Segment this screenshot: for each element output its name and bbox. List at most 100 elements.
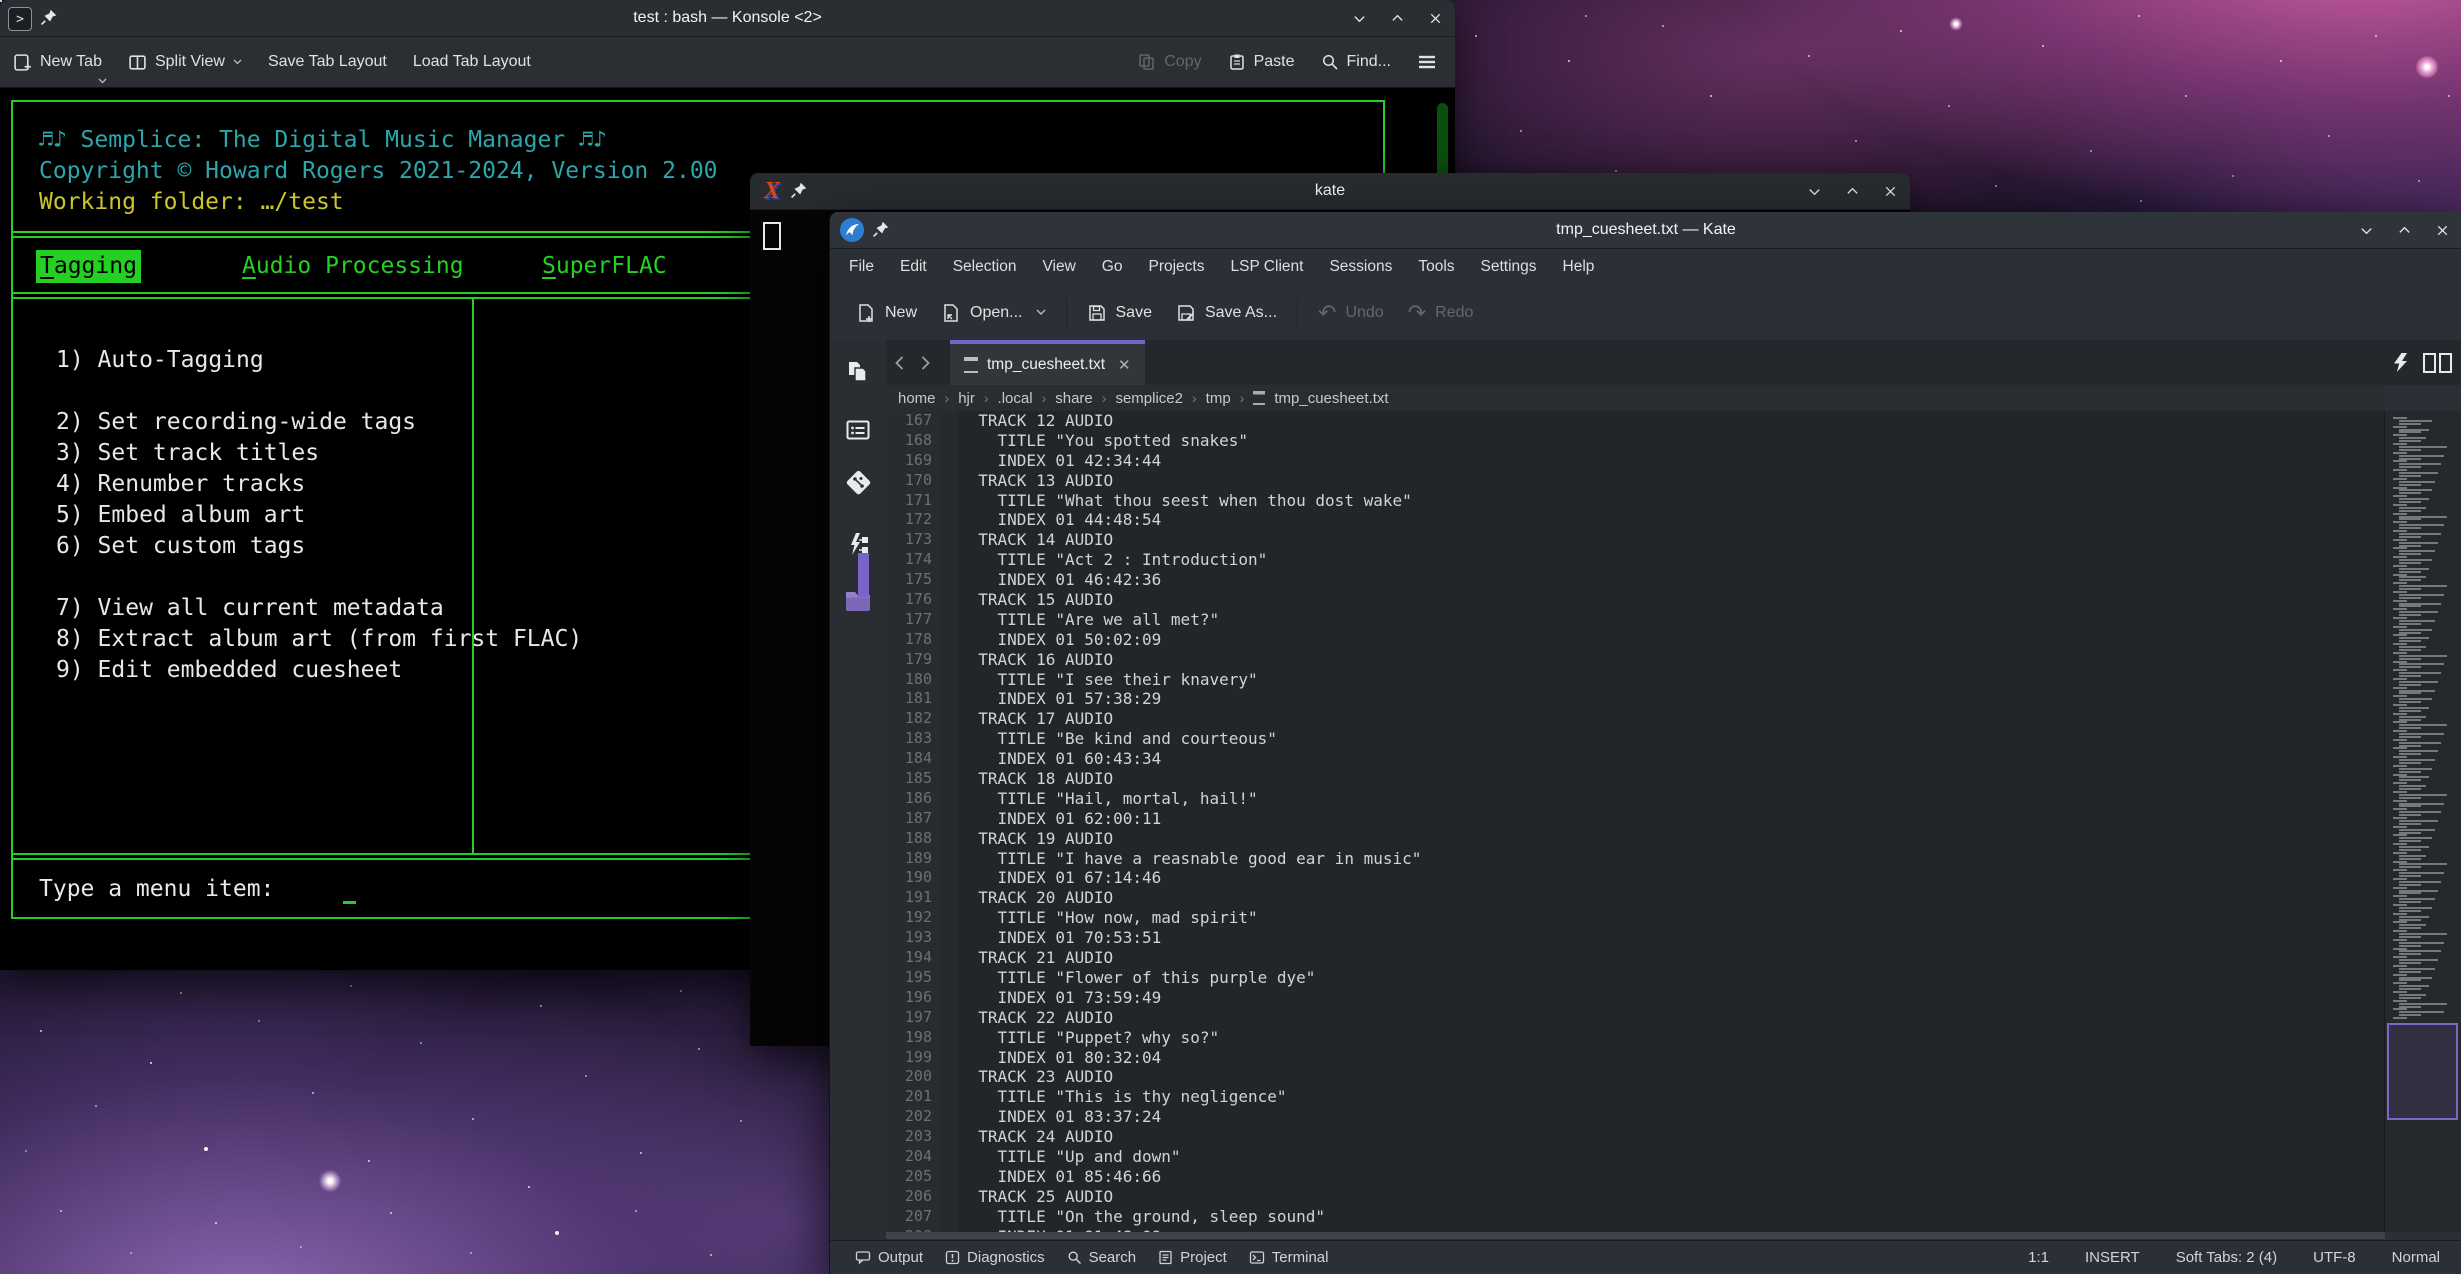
load-tab-layout-button[interactable]: Load Tab Layout	[400, 37, 544, 87]
quick-open-icon[interactable]	[2394, 353, 2407, 372]
kate-titlebar[interactable]: tmp_cuesheet.txt — Kate	[830, 212, 2461, 249]
statusbar-search-button[interactable]: Search	[1056, 1241, 1148, 1274]
new-tab-label: New Tab	[40, 53, 102, 71]
menu-go[interactable]: Go	[1089, 249, 1136, 285]
terminal-tab-superflac[interactable]: SuperFLAC	[538, 250, 671, 283]
breadcrumb-item-tmp[interactable]: tmp	[1204, 390, 1233, 407]
maximize-button[interactable]	[1844, 183, 1860, 199]
maximize-button[interactable]	[1389, 10, 1405, 26]
menu-projects[interactable]: Projects	[1135, 249, 1217, 285]
split-view-button[interactable]: Split View	[115, 37, 255, 87]
menu-edit[interactable]: Edit	[887, 249, 940, 285]
git-icon[interactable]	[844, 468, 872, 496]
konsole-titlebar[interactable]: > test : bash — Konsole <2>	[0, 0, 1455, 37]
close-tab-icon[interactable]: ✕	[1118, 356, 1131, 374]
save-tab-layout-button[interactable]: Save Tab Layout	[255, 37, 400, 87]
minimap-view-indicator[interactable]	[2387, 1023, 2458, 1120]
breadcrumb-item-semplice2[interactable]: semplice2	[1113, 390, 1185, 407]
statusbar-input-mode[interactable]: INSERT	[2085, 1249, 2140, 1266]
maximize-button[interactable]	[2396, 222, 2412, 238]
menu-file[interactable]: File	[836, 249, 887, 285]
close-button[interactable]	[2434, 222, 2450, 238]
undo-button[interactable]: ↶ Undo	[1306, 294, 1396, 332]
menu-sessions[interactable]: Sessions	[1316, 249, 1405, 285]
minimap-line-mark	[2399, 655, 2447, 657]
statusbar-output-button[interactable]: Output	[844, 1241, 934, 1274]
menu-selection[interactable]: Selection	[940, 249, 1030, 285]
minimap-line-mark	[2399, 753, 2421, 755]
minimize-button[interactable]	[1806, 183, 1822, 199]
terminal-tab-audio-processing[interactable]: Audio Processing	[238, 250, 468, 283]
documents-icon[interactable]	[844, 358, 872, 386]
editor-view[interactable]: 167 TRACK 12 AUDIO168 TITLE "You spotted…	[886, 411, 2385, 1232]
copy-button[interactable]: Copy	[1125, 37, 1214, 87]
minimap-scrollbar[interactable]	[2384, 411, 2461, 1232]
breadcrumb-item-share[interactable]: share	[1053, 390, 1095, 407]
statusbar-cursor-position[interactable]: 1:1	[2028, 1249, 2049, 1266]
save-button[interactable]: Save	[1075, 294, 1164, 332]
terminal-tab-tagging[interactable]: Tagging	[36, 250, 141, 283]
paste-button[interactable]: Paste	[1215, 37, 1308, 87]
breadcrumb-item--local[interactable]: .local	[996, 390, 1035, 407]
back-button[interactable]	[886, 340, 912, 385]
editor-line: 170 TRACK 13 AUDIO	[886, 471, 2385, 491]
statusbar-highlight-mode[interactable]: Normal	[2392, 1249, 2440, 1266]
minimap-line-mark	[2399, 971, 2421, 973]
minimap-line-mark	[2399, 492, 2421, 494]
minimize-button[interactable]	[2358, 222, 2374, 238]
forward-button[interactable]	[912, 340, 938, 385]
new-document-button[interactable]: New	[844, 294, 929, 332]
symbols-outline-icon[interactable]	[844, 416, 872, 444]
minimap-line-mark	[2399, 820, 2438, 822]
minimap-line-mark	[2393, 895, 2407, 897]
pin-icon[interactable]	[872, 220, 890, 238]
folding-margin	[941, 709, 957, 729]
minimap-line-mark	[2393, 460, 2407, 462]
statusbar-encoding[interactable]: UTF-8	[2313, 1249, 2356, 1266]
open-button[interactable]: Open...	[929, 294, 1057, 332]
pin-icon[interactable]	[790, 181, 808, 199]
terminal-prompt[interactable]: Type a menu item:	[39, 874, 274, 905]
konsole-app-icon: >	[8, 7, 32, 31]
minimap-line-mark	[2393, 878, 2407, 880]
line-number: 179	[886, 650, 941, 670]
save-as-button[interactable]: Save As...	[1164, 294, 1289, 332]
minimap-line-mark	[2399, 533, 2441, 535]
menu-lsp-client[interactable]: LSP Client	[1217, 249, 1316, 285]
line-number: 189	[886, 849, 941, 869]
minimap-line-mark	[2393, 747, 2407, 749]
chevron-down-icon[interactable]	[98, 78, 107, 84]
find-button[interactable]: Find...	[1308, 37, 1404, 87]
breadcrumb-item-tmp-cuesheet-txt[interactable]: tmp_cuesheet.txt	[1272, 390, 1390, 407]
document-icon	[1253, 391, 1265, 405]
new-tab-button[interactable]: New Tab	[0, 37, 115, 87]
kate-tab-bar: tmp_cuesheet.txt ✕	[886, 340, 2461, 385]
menu-view[interactable]: View	[1029, 249, 1088, 285]
minimap-line-mark	[2399, 542, 2438, 544]
hamburger-menu-icon[interactable]	[1404, 37, 1455, 87]
horizontal-scrollbar[interactable]	[886, 1232, 2385, 1239]
menu-tools[interactable]: Tools	[1405, 249, 1467, 285]
statusbar-diagnostics-button[interactable]: Diagnostics	[934, 1241, 1056, 1274]
pin-icon[interactable]	[40, 8, 58, 26]
breadcrumb-item-home[interactable]: home	[896, 390, 938, 407]
tab-tmp-cuesheet[interactable]: tmp_cuesheet.txt ✕	[950, 340, 1145, 385]
minimap-line-mark	[2393, 652, 2407, 654]
statusbar-tab-mode[interactable]: Soft Tabs: 2 (4)	[2176, 1249, 2277, 1266]
minimize-button[interactable]	[1351, 10, 1367, 26]
menu-settings[interactable]: Settings	[1468, 249, 1550, 285]
chevron-down-icon[interactable]	[1036, 309, 1046, 316]
open-icon	[941, 303, 961, 323]
minimap-line-mark	[2399, 603, 2441, 605]
redo-button[interactable]: ↷ Redo	[1396, 294, 1486, 332]
menu-help[interactable]: Help	[1550, 249, 1608, 285]
tui-border-left	[11, 100, 13, 919]
split-view-icon[interactable]	[2423, 353, 2452, 373]
breadcrumb-item-hjr[interactable]: hjr	[956, 390, 977, 407]
statusbar-terminal-button[interactable]: Terminal	[1238, 1241, 1340, 1274]
close-button[interactable]	[1882, 183, 1898, 199]
close-button[interactable]	[1427, 10, 1443, 26]
kate-secondary-titlebar[interactable]: X kate	[750, 173, 1910, 210]
line-text: INDEX 01 57:38:29	[957, 689, 1161, 709]
statusbar-project-button[interactable]: Project	[1147, 1241, 1238, 1274]
